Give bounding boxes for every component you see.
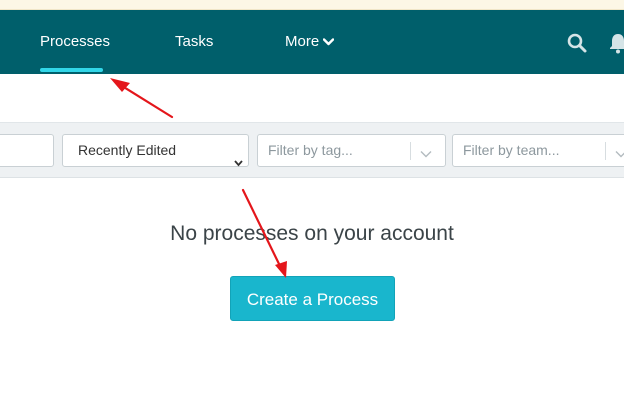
empty-state-message: No processes on your account	[170, 222, 454, 245]
filter-by-tag-placeholder: Filter by tag...	[268, 142, 353, 158]
sort-select-value: Recently Edited	[78, 142, 177, 158]
filter-bar: Recently Edited Filter by tag... Filter …	[0, 123, 624, 178]
nav-item-more-label: More	[285, 33, 320, 50]
chevron-down-icon	[322, 10, 335, 74]
filter-separator	[410, 142, 411, 160]
nav-item-processes[interactable]: Processes	[40, 10, 110, 74]
filter-separator	[605, 142, 606, 160]
nav-item-tasks-label: Tasks	[175, 33, 214, 50]
bell-icon[interactable]	[608, 32, 624, 54]
active-tab-indicator	[40, 68, 103, 72]
sub-header-bar	[0, 74, 624, 123]
top-navbar: Processes Tasks More	[0, 10, 624, 74]
filter-by-tag-select[interactable]: Filter by tag...	[257, 134, 446, 167]
filter-by-team-select[interactable]: Filter by team...	[452, 134, 624, 167]
chevron-down-icon[interactable]	[420, 146, 432, 158]
sort-select[interactable]: Recently Edited	[62, 134, 249, 167]
nav-item-processes-label: Processes	[40, 33, 111, 50]
nav-item-tasks[interactable]: Tasks	[175, 10, 213, 74]
chevron-down-icon[interactable]	[615, 146, 624, 158]
nav-item-more[interactable]: More	[285, 10, 335, 74]
search-icon[interactable]	[566, 32, 588, 54]
top-notice-strip	[0, 0, 624, 10]
chevron-down-icon	[234, 147, 243, 167]
process-search-input[interactable]	[0, 134, 54, 167]
filter-by-team-placeholder: Filter by team...	[463, 142, 560, 158]
create-process-button[interactable]: Create a Process	[230, 276, 395, 321]
